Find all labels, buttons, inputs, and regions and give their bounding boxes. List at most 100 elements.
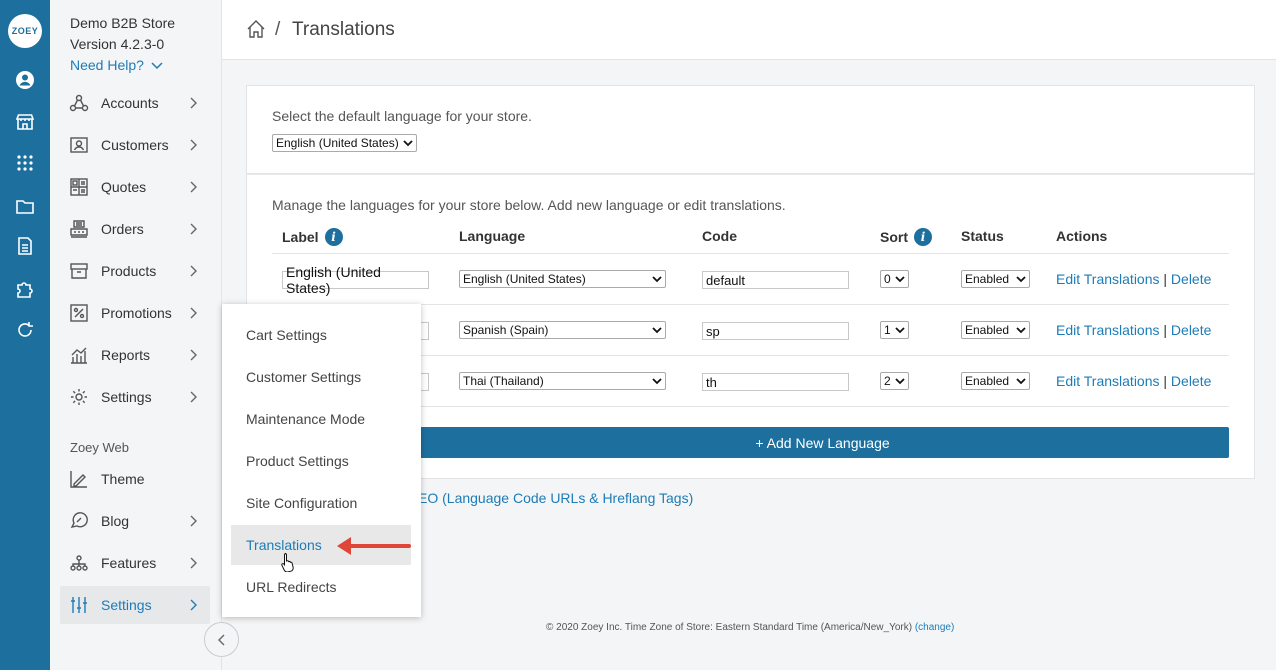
default-language-card	[246, 85, 1255, 174]
action-separator: |	[1163, 271, 1168, 287]
change-timezone-link[interactable]: (change)	[915, 622, 954, 633]
zoey-logo[interactable]: ZOEY	[8, 14, 42, 48]
flyout-item-customer-settings[interactable]: Customer Settings	[231, 357, 411, 397]
chevron-right-icon	[186, 390, 200, 404]
nav-label: Settings	[101, 389, 152, 405]
nav-item-web-settings[interactable]: Settings	[60, 586, 210, 624]
status-select[interactable]: Enabled	[961, 372, 1030, 390]
sort-select[interactable]: 0	[880, 270, 909, 288]
footer: © 2020 Zoey Inc. Time Zone of Store: Eas…	[546, 622, 954, 633]
chevron-right-icon	[186, 96, 200, 110]
column-header-code: Code	[702, 228, 737, 244]
add-new-language-button[interactable]: + Add New Language	[416, 427, 1229, 458]
default-language-select[interactable]: English (United States)	[272, 134, 417, 152]
folder-icon[interactable]	[14, 195, 36, 217]
chevron-down-icon	[1016, 276, 1026, 283]
puzzle-icon[interactable]	[14, 278, 36, 300]
chevron-down-icon	[652, 378, 662, 385]
language-select[interactable]: English (United States)	[459, 270, 666, 288]
nav-item-features[interactable]: Features	[60, 544, 210, 582]
quotes-icon	[69, 177, 89, 197]
user-circle-icon[interactable]	[14, 69, 36, 91]
flyout-item-site-configuration[interactable]: Site Configuration	[231, 483, 411, 523]
footer-text: © 2020 Zoey Inc. Time Zone of Store: Eas…	[546, 622, 913, 633]
status-select[interactable]: Enabled	[961, 321, 1030, 339]
nav-label: Theme	[101, 471, 145, 487]
flyout-item-url-redirects[interactable]: URL Redirects	[231, 567, 411, 607]
nav-item-theme[interactable]: Theme	[60, 460, 210, 498]
nav-label: Accounts	[101, 95, 159, 111]
select-value: Enabled	[965, 374, 1010, 388]
nav-item-products[interactable]: Products	[60, 252, 210, 290]
annotation-arrow-icon	[337, 537, 411, 555]
need-help-link[interactable]: Need Help?	[70, 57, 164, 73]
chevron-down-icon	[895, 276, 905, 283]
edit-translations-link[interactable]: Edit Translations	[1056, 271, 1160, 287]
sort-select[interactable]: 2	[880, 372, 909, 390]
nav-item-customers[interactable]: Customers	[60, 126, 210, 164]
chevron-right-icon	[186, 180, 200, 194]
edit-translations-link[interactable]: Edit Translations	[1056, 322, 1160, 338]
select-value: Enabled	[965, 323, 1010, 337]
theme-icon	[69, 469, 89, 489]
nav-item-blog[interactable]: Blog	[60, 502, 210, 540]
flyout-item-product-settings[interactable]: Product Settings	[231, 441, 411, 481]
sidebar: Demo B2B Store Version 4.2.3-0 Need Help…	[50, 0, 239, 670]
row-actions: Edit Translations | Delete	[1056, 322, 1211, 338]
nav-item-quotes[interactable]: Quotes	[60, 168, 210, 206]
products-icon	[69, 261, 89, 281]
store-name: Demo B2B Store	[70, 15, 176, 31]
storefront-icon[interactable]	[14, 111, 36, 133]
document-icon[interactable]	[14, 235, 36, 257]
code-input[interactable]: default	[702, 271, 849, 289]
language-select[interactable]: Thai (Thailand)	[459, 372, 666, 390]
label-input[interactable]: English (United States)	[282, 264, 429, 296]
info-icon[interactable]: i	[324, 228, 343, 246]
chevron-right-icon	[186, 556, 200, 570]
store-version: Version 4.2.3-0	[70, 36, 165, 52]
delete-link[interactable]: Delete	[1171, 373, 1211, 389]
delete-link[interactable]: Delete	[1171, 271, 1211, 287]
chevron-down-icon	[403, 140, 413, 147]
code-input[interactable]: sp	[702, 322, 849, 340]
home-icon[interactable]	[246, 19, 266, 39]
status-select[interactable]: Enabled	[961, 270, 1030, 288]
chevron-down-icon	[151, 62, 163, 70]
sort-select[interactable]: 1	[880, 321, 909, 339]
row-actions: Edit Translations | Delete	[1056, 271, 1211, 287]
breadcrumb-separator: /	[275, 19, 281, 40]
select-value: English (United States)	[463, 272, 586, 286]
refresh-icon[interactable]	[14, 319, 36, 341]
language-select[interactable]: Spanish (Spain)	[459, 321, 666, 339]
languages-intro: Manage the languages for your store belo…	[272, 197, 786, 213]
delete-link[interactable]: Delete	[1171, 322, 1211, 338]
action-separator: |	[1163, 373, 1168, 389]
edit-translations-link[interactable]: Edit Translations	[1056, 373, 1160, 389]
action-separator: |	[1163, 322, 1168, 338]
seo-settings-link[interactable]: EO (Language Code URLs & Hreflang Tags)	[418, 490, 693, 506]
flyout-item-maintenance-mode[interactable]: Maintenance Mode	[231, 399, 411, 439]
chevron-down-icon	[1016, 378, 1026, 385]
nav-item-orders[interactable]: Orders	[60, 210, 210, 248]
select-value: Thai (Thailand)	[463, 374, 544, 388]
row-actions: Edit Translations | Delete	[1056, 373, 1211, 389]
nav-item-reports[interactable]: Reports	[60, 336, 210, 374]
chevron-right-icon	[186, 514, 200, 528]
nav-item-promotions[interactable]: Promotions	[60, 294, 210, 332]
nav-item-settings[interactable]: Settings	[60, 378, 210, 416]
nav-label: Promotions	[101, 305, 172, 321]
page-header: / Translations	[222, 0, 1276, 60]
select-value: Spanish (Spain)	[463, 323, 549, 337]
gear-icon	[69, 387, 89, 407]
nav-item-accounts[interactable]: Accounts	[60, 84, 210, 122]
chevron-left-icon	[217, 634, 224, 645]
collapse-sidebar-button[interactable]	[204, 622, 239, 657]
code-input[interactable]: th	[702, 373, 849, 391]
apps-grid-icon[interactable]	[14, 152, 36, 174]
info-icon[interactable]: i	[914, 228, 932, 246]
nav-label: Customers	[101, 137, 169, 153]
select-value: Enabled	[965, 272, 1010, 286]
flyout-item-cart-settings[interactable]: Cart Settings	[231, 315, 411, 355]
sliders-icon	[69, 595, 89, 615]
nav-label: Features	[101, 555, 157, 571]
